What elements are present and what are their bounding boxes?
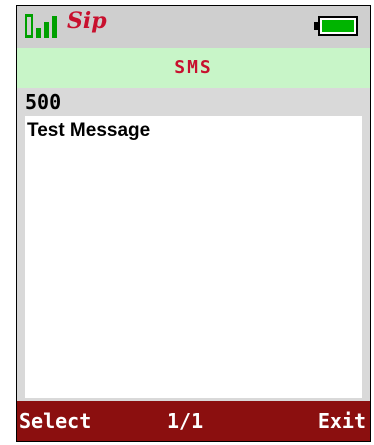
exit-softkey[interactable]: Exit xyxy=(318,401,366,441)
softkey-bar: Select 1/1 Exit xyxy=(17,401,370,441)
battery-icon xyxy=(314,16,358,36)
message-text: Test Message xyxy=(27,120,151,141)
carrier-logo: Sip xyxy=(67,8,107,34)
status-bar: Sip xyxy=(17,6,370,48)
recipient-number: 500 xyxy=(25,90,62,114)
title-bar: SMS xyxy=(17,48,370,88)
page-indicator: 1/1 xyxy=(167,409,204,433)
phone-screen: Sip SMS 500 Test Message Select 1/1 Exit xyxy=(16,5,371,442)
select-softkey[interactable]: Select xyxy=(19,401,91,441)
signal-strength-icon xyxy=(25,14,57,38)
page-title: SMS xyxy=(174,57,213,78)
message-body[interactable]: Test Message xyxy=(25,116,362,398)
